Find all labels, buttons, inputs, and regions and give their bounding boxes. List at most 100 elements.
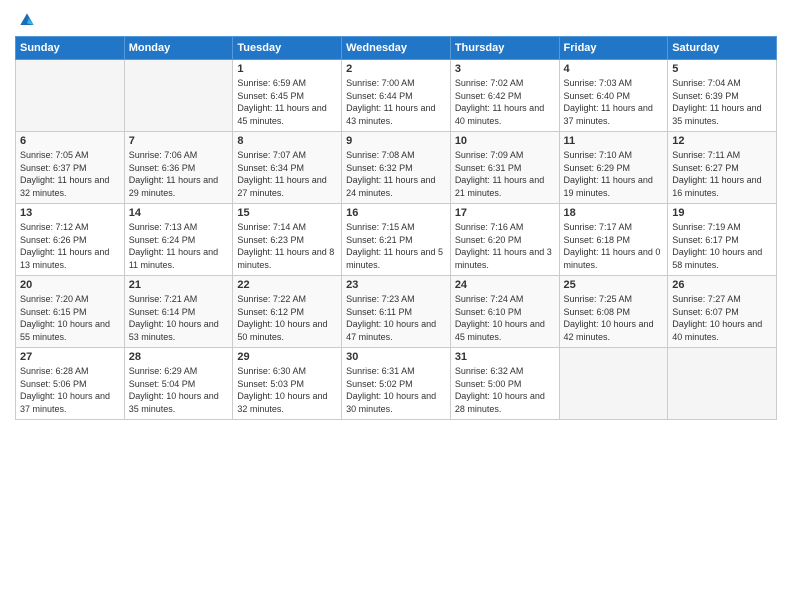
col-header-monday: Monday [124, 37, 233, 60]
day-number: 6 [20, 135, 120, 147]
calendar-cell: 18Sunrise: 7:17 AMSunset: 6:18 PMDayligh… [559, 204, 668, 276]
day-number: 31 [455, 351, 555, 363]
calendar-cell: 24 Sunrise: 7:24 AMSunset: 6:10 PMDayligh… [450, 276, 559, 348]
day-info: Sunrise: 6:29 AMSunset: 5:04 PMDaylight:… [129, 365, 229, 415]
day-number: 27 [20, 351, 120, 363]
calendar-cell: 20 Sunrise: 7:20 AMSunset: 6:15 PMDayligh… [16, 276, 125, 348]
calendar-cell: 14 Sunrise: 7:13 AMSunset: 6:24 PMDayligh… [124, 204, 233, 276]
calendar-table: SundayMondayTuesdayWednesdayThursdayFrid… [15, 36, 777, 420]
calendar-cell: 2 Sunrise: 7:00 AMSunset: 6:44 PMDaylight… [342, 60, 451, 132]
day-number: 26 [672, 279, 772, 291]
day-info: Sunrise: 7:27 AMSunset: 6:07 PMDaylight:… [672, 293, 772, 343]
day-number: 13 [20, 207, 120, 219]
calendar-cell: 21 Sunrise: 7:21 AMSunset: 6:14 PMDayligh… [124, 276, 233, 348]
day-info: Sunrise: 7:08 AMSunset: 6:32 PMDaylight:… [346, 149, 446, 199]
calendar-cell: 25Sunrise: 7:25 AMSunset: 6:08 PMDayligh… [559, 276, 668, 348]
day-info: Sunrise: 6:28 AMSunset: 5:06 PMDaylight:… [20, 365, 120, 415]
calendar-cell: 19Sunrise: 7:19 AMSunset: 6:17 PMDayligh… [668, 204, 777, 276]
col-header-saturday: Saturday [668, 37, 777, 60]
day-number: 7 [129, 135, 229, 147]
day-number: 17 [455, 207, 555, 219]
day-number: 20 [20, 279, 120, 291]
calendar-cell: 17 Sunrise: 7:16 AMSunset: 6:20 PMDayligh… [450, 204, 559, 276]
calendar-cell: 15 Sunrise: 7:14 AMSunset: 6:23 PMDayligh… [233, 204, 342, 276]
day-info: Sunrise: 7:24 AMSunset: 6:10 PMDaylight:… [455, 293, 555, 343]
week-row: 20 Sunrise: 7:20 AMSunset: 6:15 PMDayligh… [16, 276, 777, 348]
day-info: Sunrise: 7:14 AMSunset: 6:23 PMDaylight:… [237, 221, 337, 271]
day-number: 25 [564, 279, 664, 291]
calendar-cell: 6 Sunrise: 7:05 AMSunset: 6:37 PMDaylight… [16, 132, 125, 204]
calendar-cell: 8 Sunrise: 7:07 AMSunset: 6:34 PMDaylight… [233, 132, 342, 204]
calendar-cell: 3 Sunrise: 7:02 AMSunset: 6:42 PMDaylight… [450, 60, 559, 132]
col-header-wednesday: Wednesday [342, 37, 451, 60]
day-info: Sunrise: 7:09 AMSunset: 6:31 PMDaylight:… [455, 149, 555, 199]
day-info: Sunrise: 6:31 AMSunset: 5:02 PMDaylight:… [346, 365, 446, 415]
day-number: 30 [346, 351, 446, 363]
calendar-cell: 10Sunrise: 7:09 AMSunset: 6:31 PMDayligh… [450, 132, 559, 204]
day-number: 16 [346, 207, 446, 219]
calendar-cell: 29 Sunrise: 6:30 AMSunset: 5:03 PMDayligh… [233, 348, 342, 420]
calendar-cell [668, 348, 777, 420]
day-number: 21 [129, 279, 229, 291]
day-number: 14 [129, 207, 229, 219]
day-info: Sunrise: 7:00 AMSunset: 6:44 PMDaylight:… [346, 77, 446, 127]
logo [15, 10, 39, 28]
calendar-cell: 22 Sunrise: 7:22 AMSunset: 6:12 PMDayligh… [233, 276, 342, 348]
calendar-cell: 30 Sunrise: 6:31 AMSunset: 5:02 PMDayligh… [342, 348, 451, 420]
day-info: Sunrise: 7:15 AMSunset: 6:21 PMDaylight:… [346, 221, 446, 271]
calendar-cell: 27 Sunrise: 6:28 AMSunset: 5:06 PMDayligh… [16, 348, 125, 420]
day-info: Sunrise: 7:06 AMSunset: 6:36 PMDaylight:… [129, 149, 229, 199]
day-number: 5 [672, 63, 772, 75]
calendar-cell: 12 Sunrise: 7:11 AMSunset: 6:27 PMDayligh… [668, 132, 777, 204]
day-info: Sunrise: 7:04 AMSunset: 6:39 PMDaylight:… [672, 77, 772, 127]
day-info: Sunrise: 7:23 AMSunset: 6:11 PMDaylight:… [346, 293, 446, 343]
day-number: 3 [455, 63, 555, 75]
day-info: Sunrise: 7:20 AMSunset: 6:15 PMDaylight:… [20, 293, 120, 343]
calendar-cell: 4 Sunrise: 7:03 AMSunset: 6:40 PMDaylight… [559, 60, 668, 132]
calendar-cell [559, 348, 668, 420]
calendar-cell [124, 60, 233, 132]
day-info: Sunrise: 7:02 AMSunset: 6:42 PMDaylight:… [455, 77, 555, 127]
day-number: 12 [672, 135, 772, 147]
week-row: 6 Sunrise: 7:05 AMSunset: 6:37 PMDaylight… [16, 132, 777, 204]
calendar-cell: 9Sunrise: 7:08 AMSunset: 6:32 PMDaylight… [342, 132, 451, 204]
week-row: 13Sunrise: 7:12 AMSunset: 6:26 PMDayligh… [16, 204, 777, 276]
col-header-friday: Friday [559, 37, 668, 60]
day-number: 11 [564, 135, 664, 147]
day-info: Sunrise: 7:21 AMSunset: 6:14 PMDaylight:… [129, 293, 229, 343]
calendar-cell: 11Sunrise: 7:10 AMSunset: 6:29 PMDayligh… [559, 132, 668, 204]
day-number: 15 [237, 207, 337, 219]
day-info: Sunrise: 7:19 AMSunset: 6:17 PMDaylight:… [672, 221, 772, 271]
col-header-sunday: Sunday [16, 37, 125, 60]
day-number: 29 [237, 351, 337, 363]
day-info: Sunrise: 7:11 AMSunset: 6:27 PMDaylight:… [672, 149, 772, 199]
day-info: Sunrise: 7:22 AMSunset: 6:12 PMDaylight:… [237, 293, 337, 343]
day-info: Sunrise: 7:16 AMSunset: 6:20 PMDaylight:… [455, 221, 555, 271]
week-row: 1Sunrise: 6:59 AMSunset: 6:45 PMDaylight… [16, 60, 777, 132]
day-info: Sunrise: 7:05 AMSunset: 6:37 PMDaylight:… [20, 149, 120, 199]
header-row: SundayMondayTuesdayWednesdayThursdayFrid… [16, 37, 777, 60]
calendar-cell: 26 Sunrise: 7:27 AMSunset: 6:07 PMDayligh… [668, 276, 777, 348]
week-row: 27 Sunrise: 6:28 AMSunset: 5:06 PMDayligh… [16, 348, 777, 420]
calendar-cell: 31 Sunrise: 6:32 AMSunset: 5:00 PMDayligh… [450, 348, 559, 420]
day-info: Sunrise: 7:07 AMSunset: 6:34 PMDaylight:… [237, 149, 337, 199]
calendar-cell: 1Sunrise: 6:59 AMSunset: 6:45 PMDaylight… [233, 60, 342, 132]
day-number: 24 [455, 279, 555, 291]
logo-icon [17, 10, 37, 30]
day-number: 4 [564, 63, 664, 75]
day-info: Sunrise: 7:03 AMSunset: 6:40 PMDaylight:… [564, 77, 664, 127]
day-info: Sunrise: 6:30 AMSunset: 5:03 PMDaylight:… [237, 365, 337, 415]
calendar-cell: 7 Sunrise: 7:06 AMSunset: 6:36 PMDaylight… [124, 132, 233, 204]
day-info: Sunrise: 6:59 AMSunset: 6:45 PMDaylight:… [237, 77, 337, 127]
day-number: 22 [237, 279, 337, 291]
day-number: 2 [346, 63, 446, 75]
day-info: Sunrise: 7:17 AMSunset: 6:18 PMDaylight:… [564, 221, 664, 271]
calendar-cell: 13Sunrise: 7:12 AMSunset: 6:26 PMDayligh… [16, 204, 125, 276]
calendar-cell: 16 Sunrise: 7:15 AMSunset: 6:21 PMDayligh… [342, 204, 451, 276]
day-number: 8 [237, 135, 337, 147]
day-info: Sunrise: 6:32 AMSunset: 5:00 PMDaylight:… [455, 365, 555, 415]
day-number: 28 [129, 351, 229, 363]
day-number: 23 [346, 279, 446, 291]
calendar-cell: 23 Sunrise: 7:23 AMSunset: 6:11 PMDayligh… [342, 276, 451, 348]
day-info: Sunrise: 7:13 AMSunset: 6:24 PMDaylight:… [129, 221, 229, 271]
